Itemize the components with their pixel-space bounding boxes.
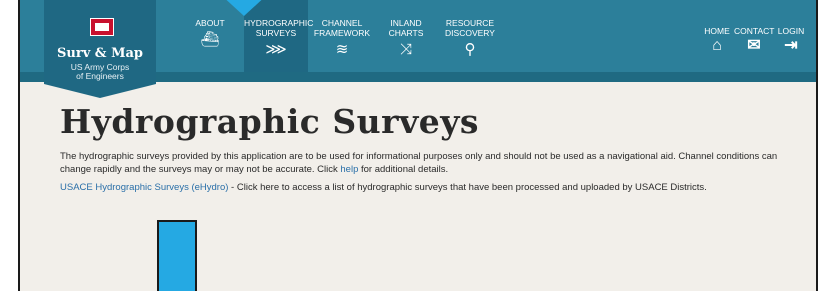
help-link[interactable]: help	[340, 164, 358, 175]
highlight-bar	[157, 220, 197, 291]
channel-icon: ≋	[335, 41, 349, 58]
logo-subtitle-line2: of Engineers	[76, 71, 124, 81]
nav-channel-framework[interactable]: CHANNEL FRAMEWORK ≋	[310, 0, 374, 72]
intro-paragraph: The hydrographic surveys provided by thi…	[60, 150, 790, 176]
search-icon: ⚲	[464, 41, 476, 58]
nav-hydro-label-1: HYDROGRAPHIC	[244, 18, 314, 28]
browser-frame: Surv & Map US Army Corps of Engineers AB…	[18, 0, 818, 291]
nav-inland-label-2: CHARTS	[388, 28, 424, 38]
mail-icon: ✉	[747, 37, 761, 54]
home-icon: ⌂	[712, 37, 722, 54]
nav-home[interactable]: HOME ⌂	[700, 0, 734, 54]
ehydro-description: - Click here to access a list of hydrogr…	[228, 182, 707, 193]
nav-about-label: ABOUT	[195, 18, 225, 28]
logo-title: Surv & Map	[57, 46, 143, 61]
logo-tip	[44, 84, 156, 98]
nav-channel-label-1: CHANNEL	[321, 18, 363, 28]
nav-channel-label-2: FRAMEWORK	[313, 28, 371, 38]
nav-home-label: HOME	[704, 26, 730, 36]
nav-login[interactable]: LOGIN ⇥	[774, 0, 808, 54]
castle-icon	[90, 18, 114, 36]
nav-resource-label-1: RESOURCE	[445, 18, 495, 28]
ship-icon: ⛴	[200, 31, 220, 48]
nav-contact-label: CONTACT	[734, 26, 775, 36]
nav-inland-charts[interactable]: INLAND CHARTS ⤨	[376, 0, 436, 72]
nav-inland-label-1: INLAND	[390, 18, 422, 28]
shuffle-icon: ⤨	[399, 41, 412, 58]
nav-contact[interactable]: CONTACT ✉	[734, 0, 774, 54]
fish-icon: ⋙	[265, 41, 287, 58]
site-logo[interactable]: Surv & Map US Army Corps of Engineers	[44, 0, 156, 84]
nav-login-label: LOGIN	[777, 26, 805, 36]
active-nav-pointer	[220, 0, 268, 16]
ehydro-link[interactable]: USACE Hydrographic Surveys (eHydro)	[60, 182, 228, 193]
nav-hydro-label-2: SURVEYS	[255, 28, 297, 38]
login-icon: ⇥	[784, 37, 798, 54]
ehydro-line: USACE Hydrographic Surveys (eHydro) - Cl…	[60, 182, 800, 193]
page-title: Hydrographic Surveys	[60, 102, 479, 141]
intro-text-2: for additional details.	[358, 164, 449, 175]
nav-resource-label-2: DISCOVERY	[445, 28, 495, 38]
nav-resource-discovery[interactable]: RESOURCE DISCOVERY ⚲	[438, 0, 502, 72]
